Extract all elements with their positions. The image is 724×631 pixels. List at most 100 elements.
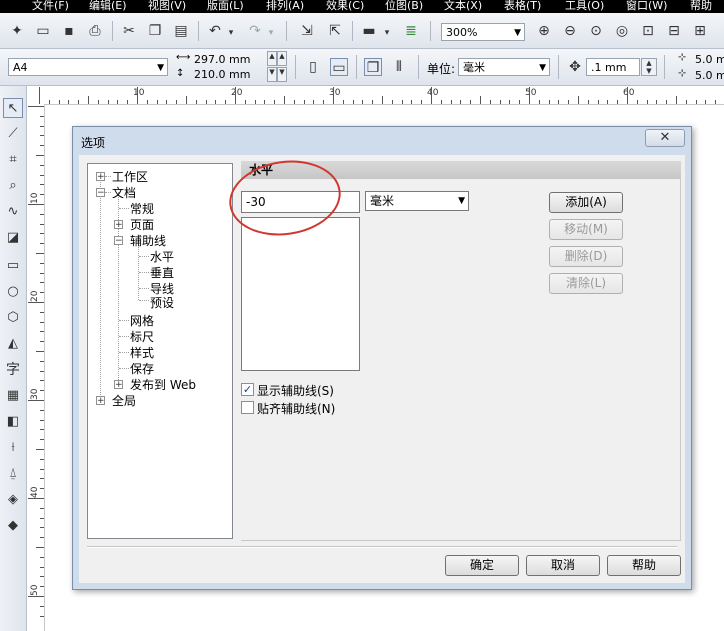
chevron-down-icon[interactable]: ▾	[266, 24, 276, 42]
zoom-selected-icon[interactable]: ⊙	[587, 22, 605, 40]
ellipse-tool-icon[interactable]: ○	[3, 282, 23, 302]
page-size-select[interactable]: A4 ▼	[8, 58, 168, 76]
menu-file[interactable]: 文件(F)	[32, 0, 69, 13]
tree-item-save[interactable]: 保存	[130, 362, 154, 376]
unit-select[interactable]: 毫米 ▼	[458, 58, 550, 76]
tree-item-presets[interactable]: 预设	[150, 296, 174, 310]
current-page-icon[interactable]: ⫴	[390, 58, 408, 76]
text-tool-icon[interactable]: 字	[3, 360, 23, 380]
tree-item-grid[interactable]: 网格	[130, 314, 154, 328]
tree-item-general[interactable]: 常规	[130, 202, 154, 216]
freehand-tool-icon[interactable]: ∿	[3, 202, 23, 222]
show-guides-checkbox[interactable]: ✓	[241, 383, 254, 396]
eyedropper-tool-icon[interactable]: ⟊	[3, 438, 23, 458]
smart-fill-icon[interactable]: ◪	[3, 228, 23, 248]
collapse-icon[interactable]: −	[96, 188, 105, 198]
help-button[interactable]: 帮助	[607, 555, 681, 576]
options-tree[interactable]: + 工作区 − 文档 常规 + 页面 − 辅助线 水平 垂直 导线 预设 网格 …	[87, 163, 233, 539]
tree-item-guidelines[interactable]: 辅助线	[130, 234, 166, 248]
menu-help[interactable]: 帮助	[690, 0, 712, 13]
move-button[interactable]: 移动(M)	[549, 219, 623, 240]
zoom-in-icon[interactable]: ⊕	[535, 22, 553, 40]
menu-layout[interactable]: 版面(L)	[207, 0, 244, 13]
table-tool-icon[interactable]: ▦	[3, 386, 23, 406]
menu-text[interactable]: 文本(X)	[444, 0, 482, 13]
width-spin-up[interactable]: ▲	[267, 51, 277, 66]
menu-window[interactable]: 窗口(W)	[626, 0, 667, 13]
polygon-tool-icon[interactable]: ⬡	[3, 308, 23, 328]
clear-button[interactable]: 清除(L)	[549, 273, 623, 294]
tree-item-rulers[interactable]: 标尺	[130, 330, 154, 344]
all-pages-icon[interactable]: ❐	[364, 58, 382, 76]
snap-guides-checkbox[interactable]	[241, 401, 254, 414]
duplicate-y-value[interactable]: 5.0 mm	[695, 69, 724, 82]
delete-button[interactable]: 删除(D)	[549, 246, 623, 267]
menu-table[interactable]: 表格(T)	[504, 0, 541, 13]
expand-icon[interactable]: +	[96, 172, 105, 182]
shape-tool-icon[interactable]: ⟋	[3, 124, 23, 144]
pick-tool-icon[interactable]: ↖	[3, 98, 23, 118]
zoom-all-icon[interactable]: ◎	[613, 22, 631, 40]
zoom-width-icon[interactable]: ⊟	[665, 22, 683, 40]
tree-item-page[interactable]: 页面	[130, 218, 154, 232]
tree-item-styles[interactable]: 样式	[130, 346, 154, 360]
menu-effects[interactable]: 效果(C)	[326, 0, 364, 13]
height-spin-up[interactable]: ▼	[267, 67, 277, 82]
crop-tool-icon[interactable]: ⌗	[3, 150, 23, 170]
portrait-icon[interactable]: ▯	[304, 58, 322, 76]
nudge-spinner[interactable]: ▲ ▼	[641, 58, 657, 76]
page-height-field[interactable]: 210.0 mm	[190, 66, 266, 84]
chevron-down-icon[interactable]: ▾	[382, 24, 392, 42]
menu-tools[interactable]: 工具(O)	[565, 0, 604, 13]
import-icon[interactable]: ⇲	[298, 22, 316, 40]
print-icon[interactable]: ⎙	[86, 22, 104, 40]
paste-icon[interactable]: ▤	[172, 22, 190, 40]
copy-icon[interactable]: ❐	[146, 22, 164, 40]
interactive-fill-icon[interactable]: ◆	[3, 516, 23, 536]
horizontal-ruler[interactable]: 10 20 30 40 50 60	[27, 86, 724, 105]
menu-bitmaps[interactable]: 位图(B)	[385, 0, 423, 13]
chevron-down-icon[interactable]: ▾	[226, 24, 236, 42]
menu-arrange[interactable]: 排列(A)	[266, 0, 304, 13]
cut-icon[interactable]: ✂	[120, 22, 138, 40]
landscape-icon[interactable]: ▭	[330, 58, 348, 76]
guideline-list[interactable]	[241, 217, 360, 371]
menu-edit[interactable]: 编辑(E)	[89, 0, 127, 13]
guideline-unit-select[interactable]: 毫米 ▼	[365, 191, 469, 211]
tree-item-vertical[interactable]: 垂直	[150, 266, 174, 280]
expand-icon[interactable]: +	[114, 380, 123, 390]
zoom-page-icon[interactable]: ⊡	[639, 22, 657, 40]
tree-item-guides[interactable]: 导线	[150, 282, 174, 296]
zoom-select[interactable]: 300% ▼	[441, 23, 525, 41]
menu-view[interactable]: 视图(V)	[148, 0, 186, 13]
expand-icon[interactable]: +	[96, 396, 105, 406]
rectangle-tool-icon[interactable]: ▭	[3, 256, 23, 276]
nudge-field[interactable]: .1 mm	[586, 58, 640, 76]
open-folder-icon[interactable]: ▭	[34, 22, 52, 40]
undo-icon[interactable]: ↶	[206, 22, 224, 40]
zoom-tool-icon[interactable]: ⌕	[3, 176, 23, 196]
save-icon[interactable]: ▪	[60, 22, 78, 40]
blend-tool-icon[interactable]: ◧	[3, 412, 23, 432]
tree-item-horizontal[interactable]: 水平	[150, 250, 174, 264]
welcome-screen-icon[interactable]: ≣	[402, 22, 420, 40]
redo-icon[interactable]: ↷	[246, 22, 264, 40]
export-icon[interactable]: ⇱	[326, 22, 344, 40]
basic-shapes-icon[interactable]: ◭	[3, 334, 23, 354]
show-guides-label[interactable]: 显示辅助线(S)	[257, 382, 334, 399]
tree-item-publish-web[interactable]: 发布到 Web	[130, 378, 196, 392]
collapse-icon[interactable]: −	[114, 236, 123, 246]
fill-tool-icon[interactable]: ◈	[3, 490, 23, 510]
vertical-ruler[interactable]: 10 20 30 40 50	[27, 104, 45, 631]
tree-item-workspace[interactable]: 工作区	[112, 170, 148, 184]
zoom-out-icon[interactable]: ⊖	[561, 22, 579, 40]
cancel-button[interactable]: 取消	[526, 555, 600, 576]
application-launcher-icon[interactable]: ▬	[360, 22, 378, 40]
expand-icon[interactable]: +	[114, 220, 123, 230]
zoom-height-icon[interactable]: ⊞	[691, 22, 709, 40]
tree-item-global[interactable]: 全局	[112, 394, 136, 408]
height-spin-down[interactable]: ▼	[277, 67, 287, 82]
duplicate-x-value[interactable]: 5.0 mm	[695, 53, 724, 66]
snap-guides-label[interactable]: 贴齐辅助线(N)	[257, 400, 335, 417]
outline-tool-icon[interactable]: ⍙	[3, 464, 23, 484]
